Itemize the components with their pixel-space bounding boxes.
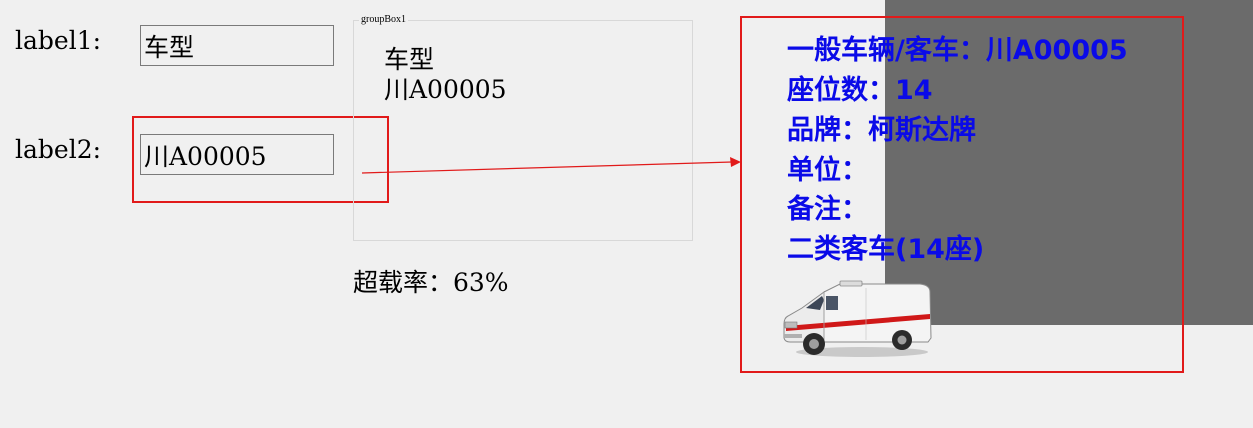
info-line-unit: 单位： [787, 155, 868, 186]
info-line-class: 二类客车(14座) [787, 234, 985, 265]
info-line-seats: 座位数：14 [787, 75, 933, 106]
ambulance-van-icon [783, 280, 932, 357]
info-line-remark: 备注： [787, 194, 868, 225]
info-line-brand: 品牌：柯斯达牌 [787, 115, 976, 146]
info-line-vehicle: 一般车辆/客车：川A00005 [787, 35, 1128, 66]
